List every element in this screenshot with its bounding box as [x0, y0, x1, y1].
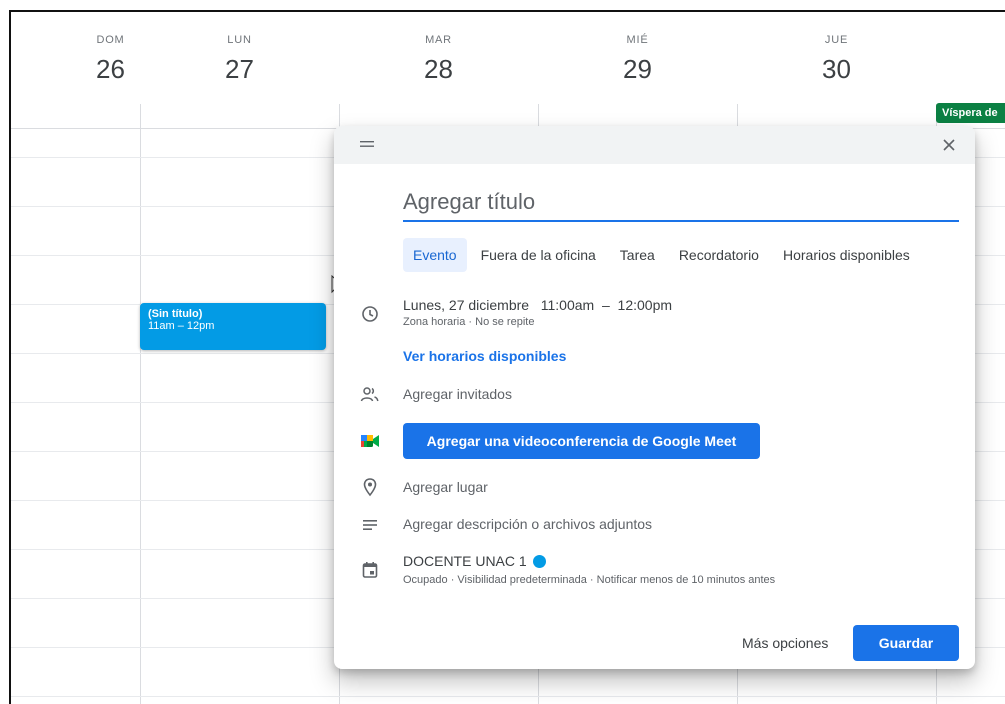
day-number[interactable]: 29: [538, 54, 737, 85]
tab-evento[interactable]: Evento: [403, 238, 467, 272]
add-location-field[interactable]: Agregar lugar: [403, 479, 488, 495]
day-header-offset: [11, 12, 71, 104]
google-meet-icon: [361, 435, 379, 447]
day-header-tue[interactable]: MAR 28: [339, 12, 538, 104]
day-of-week: MAR: [425, 34, 452, 46]
event-title-input[interactable]: [403, 184, 959, 222]
add-google-meet-button[interactable]: Agregar una videoconferencia de Google M…: [403, 423, 760, 459]
day-number[interactable]: 30: [737, 54, 936, 85]
tab-recordatorio[interactable]: Recordatorio: [669, 238, 769, 272]
more-options-button[interactable]: Más opciones: [732, 625, 838, 661]
calendar-name: DOCENTE UNAC 1: [403, 553, 527, 569]
day-of-week: MIÉ: [626, 34, 649, 46]
event-quick-create-dialog: Evento Fuera de la oficina Tarea Recorda…: [334, 126, 975, 669]
tab-horarios-disponibles[interactable]: Horarios disponibles: [773, 238, 920, 272]
event-title: (Sin título): [148, 308, 203, 320]
day-number[interactable]: 27: [140, 54, 339, 85]
add-description-field[interactable]: Agregar descripción o archivos adjuntos: [403, 516, 652, 532]
description-icon: [363, 520, 377, 530]
allday-event-chip[interactable]: Víspera de: [936, 103, 1005, 123]
add-guests-field[interactable]: Agregar invitados: [403, 386, 512, 402]
event-time: 11am – 12pm: [148, 320, 215, 332]
calendar-icon: [362, 562, 378, 578]
location-pin-icon: [363, 478, 377, 497]
clock-icon: [362, 306, 378, 322]
view-availability-link[interactable]: Ver horarios disponibles: [403, 348, 566, 364]
day-header-wed[interactable]: MIÉ 29: [538, 12, 737, 104]
timezone-recurrence[interactable]: Zona horaria · No se repite: [403, 316, 672, 328]
grid-column-line: [140, 104, 141, 704]
people-icon: [360, 387, 379, 402]
drag-handle-icon[interactable]: [360, 140, 374, 148]
grid-row-line: [11, 696, 1005, 697]
day-number[interactable]: 28: [339, 54, 538, 85]
tab-tarea[interactable]: Tarea: [610, 238, 665, 272]
event-datetime[interactable]: Lunes, 27 diciembre 11:00am – 12:00pm Zo…: [403, 297, 672, 328]
save-button[interactable]: Guardar: [853, 625, 959, 661]
calendar-name-row[interactable]: DOCENTE UNAC 1: [403, 553, 775, 569]
day-of-week: LUN: [227, 34, 252, 46]
tab-fuera-de-la-oficina[interactable]: Fuera de la oficina: [471, 238, 606, 272]
event-datetime-text[interactable]: Lunes, 27 diciembre 11:00am – 12:00pm: [403, 297, 672, 313]
day-of-week: JUE: [824, 34, 849, 46]
day-header-thu[interactable]: JUE 30: [737, 12, 936, 104]
draft-event-chip[interactable]: (Sin título) 11am – 12pm: [140, 303, 326, 350]
close-icon[interactable]: [941, 137, 957, 153]
calendar-color-dot: [532, 555, 546, 568]
day-header-mon[interactable]: LUN 27: [140, 12, 339, 104]
calendar-settings-summary[interactable]: Ocupado · Visibilidad predeterminada · N…: [403, 574, 775, 586]
dialog-drag-bar[interactable]: [334, 126, 975, 164]
event-type-tabs: Evento Fuera de la oficina Tarea Recorda…: [403, 238, 920, 272]
calendar-selector[interactable]: DOCENTE UNAC 1 Ocupado · Visibilidad pre…: [403, 553, 775, 586]
